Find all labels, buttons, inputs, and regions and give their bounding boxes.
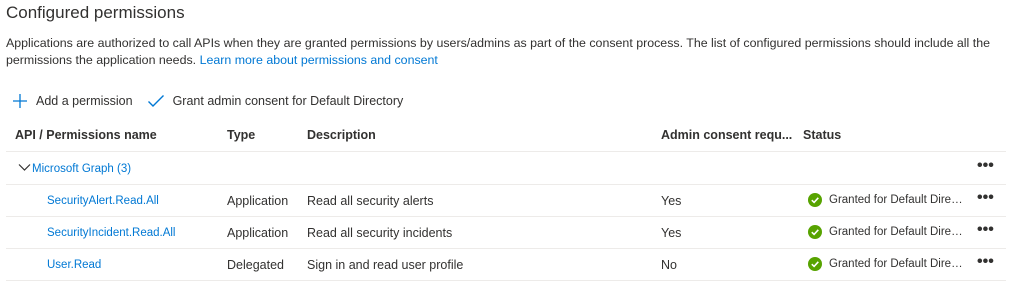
more-icon[interactable]: ••• [977, 222, 994, 238]
column-header-description[interactable]: Description [307, 128, 376, 142]
admin-consent-value: Yes [661, 194, 682, 208]
admin-consent-value: No [661, 258, 677, 272]
status-badge: Granted for Default Directory [808, 257, 968, 271]
permission-description: Read all security alerts [307, 194, 434, 208]
check-circle-icon [808, 257, 822, 271]
column-header-admin-consent[interactable]: Admin consent requ... [661, 128, 792, 142]
status-text: Granted for Default Directory [829, 194, 967, 206]
column-header-api[interactable]: API / Permissions name [15, 128, 157, 142]
group-row-microsoft-graph[interactable]: Microsoft Graph (3) ••• [6, 153, 1006, 185]
grant-admin-consent-label: Grant admin consent for Default Director… [172, 94, 404, 108]
permission-description: Sign in and read user profile [307, 258, 464, 272]
toolbar: Add a permission Grant admin consent for… [12, 90, 417, 112]
checkmark-icon [147, 95, 164, 107]
table-row: User.Read Delegated Sign in and read use… [6, 249, 1006, 281]
table-row: SecurityIncident.Read.All Application Re… [6, 217, 1006, 249]
column-header-status[interactable]: Status [803, 128, 841, 142]
page-title: Configured permissions [6, 3, 185, 22]
grant-admin-consent-button[interactable]: Grant admin consent for Default Director… [147, 93, 404, 109]
table-header: API / Permissions name Type Description … [6, 122, 1006, 152]
check-circle-icon [808, 225, 822, 239]
permission-description: Read all security incidents [307, 226, 453, 240]
column-header-type[interactable]: Type [227, 128, 255, 142]
group-name-link[interactable]: Microsoft Graph (3) [32, 163, 131, 175]
add-permission-label: Add a permission [36, 94, 133, 108]
section-description: Applications are authorized to call APIs… [6, 35, 1006, 69]
status-text: Granted for Default Directory [829, 258, 967, 270]
status-text: Granted for Default Directory [829, 226, 967, 238]
more-icon[interactable]: ••• [977, 190, 994, 206]
permission-name-link[interactable]: SecurityAlert.Read.All [47, 195, 159, 207]
permission-type: Delegated [227, 258, 284, 272]
permission-type: Application [227, 226, 289, 240]
permission-name-link[interactable]: User.Read [47, 259, 101, 271]
more-icon[interactable]: ••• [977, 254, 994, 270]
plus-icon [13, 94, 27, 108]
add-permission-button[interactable]: Add a permission [12, 93, 133, 109]
permission-name-link[interactable]: SecurityIncident.Read.All [47, 227, 175, 239]
admin-consent-value: Yes [661, 226, 682, 240]
description-text: Applications are authorized to call APIs… [6, 36, 990, 67]
chevron-down-icon[interactable] [18, 163, 31, 172]
learn-more-link[interactable]: Learn more about permissions and consent [200, 53, 438, 67]
permission-type: Application [227, 194, 289, 208]
more-icon[interactable]: ••• [977, 158, 994, 174]
table-row: SecurityAlert.Read.All Application Read … [6, 185, 1006, 217]
check-circle-icon [808, 193, 822, 207]
status-badge: Granted for Default Directory [808, 225, 968, 239]
status-badge: Granted for Default Directory [808, 193, 968, 207]
